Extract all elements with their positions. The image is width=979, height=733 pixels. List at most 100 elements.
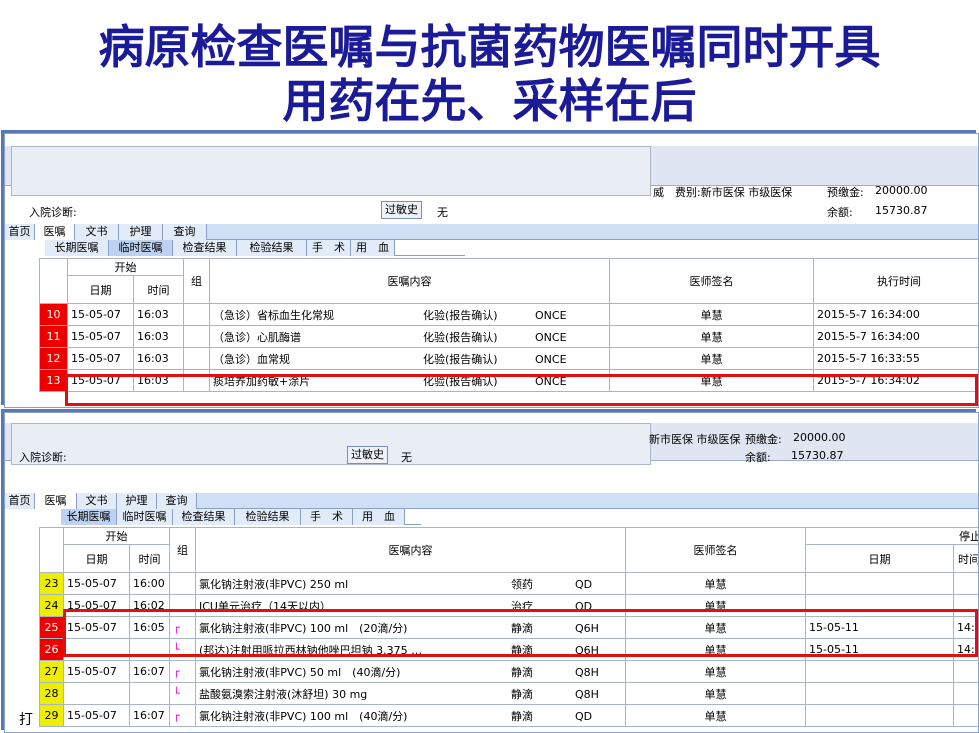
table-row[interactable]: 11 15-05-07 16:03 （急诊）心肌酶谱 化验(报告确认) ONCE 单慧 201… <box>39 325 978 348</box>
cell-time: 16:03 <box>133 303 184 326</box>
header-group: 组 <box>183 258 210 304</box>
table-row[interactable]: 10 15-05-07 16:03 （急诊）省标血生化常规 化验(报告确认) ONCE 单慧… <box>39 303 978 326</box>
table-row[interactable]: 12 15-05-07 16:03 （急诊）血常规 化验(报告确认) ONCE 单慧 2015… <box>39 347 978 370</box>
cell-date: 15-05-07 <box>67 325 134 348</box>
balance-value: 15730.87 <box>875 204 928 217</box>
tab-documents[interactable]: 文书 <box>77 493 117 509</box>
cell-stop-date <box>805 682 954 705</box>
header-doctor: 医师签名 <box>609 258 814 304</box>
prepay-value: 20000.00 <box>793 431 846 444</box>
tab-orders[interactable]: 医嘱 <box>35 224 75 240</box>
row-number: 27 <box>39 660 64 683</box>
group-bracket-icon: ┌ <box>169 660 196 683</box>
header-date: 日期 <box>63 544 130 573</box>
insurance-type-text: 威 费别:新市医保 市级医保 <box>653 186 793 199</box>
tab-orders[interactable]: 医嘱 <box>35 493 77 509</box>
cell-date: 15-05-07 <box>63 660 130 683</box>
cell-exec-time: 2015-5-7 16:34:00 <box>813 303 978 326</box>
admission-diagnosis-label: 入院诊断: <box>19 451 67 464</box>
side-text: 打 <box>19 712 33 728</box>
cell-stop-date <box>805 704 954 727</box>
tab-lab-results[interactable]: 检验结果 <box>235 509 301 525</box>
row-number: 13 <box>39 369 68 392</box>
cell-exec-time: 2015-5-7 16:34:00 <box>813 325 978 348</box>
tab-query[interactable]: 查询 <box>163 224 207 240</box>
cell-date: 15-05-07 <box>67 347 134 370</box>
tab-nursing[interactable]: 护理 <box>119 224 163 240</box>
header-time: 时间 <box>133 275 184 304</box>
tab-surgery[interactable]: 手 术 <box>301 509 353 525</box>
table-row[interactable]: 27 15-05-07 16:07 ┌ 氯化钠注射液(非PVC) 50 ml (40滴/… <box>39 660 978 683</box>
tab-nursing[interactable]: 护理 <box>117 493 157 509</box>
slide-title-line1: 病原检查医嘱与抗菌药物医嘱同时开具 <box>98 20 881 74</box>
balance-value: 15730.87 <box>791 449 844 462</box>
cell-content: （急诊）省标血生化常规 化验(报告确认) ONCE <box>209 303 610 326</box>
prepay-label: 预缴金: <box>827 186 864 199</box>
cell-time: 16:07 <box>129 660 170 683</box>
tab-blood[interactable]: 用 血 <box>353 509 405 525</box>
main-tab-bar: 首页 医嘱 文书 护理 查询 <box>5 224 978 240</box>
cell-exec-time: 2015-5-7 16:33:55 <box>813 347 978 370</box>
tab-surgery[interactable]: 手 术 <box>307 240 351 256</box>
row-number: 12 <box>39 347 68 370</box>
info-popup <box>11 146 651 196</box>
orders-table: 开始组医嘱内容 医师签名 执行时间 日期 时间 10 15-05-07 16:03 （急诊）… <box>39 258 978 392</box>
allergy-history-button[interactable]: 过敏史 <box>347 446 388 464</box>
header-content: 医嘱内容 <box>209 258 610 304</box>
table-row[interactable]: 23 15-05-07 16:00 氯化钠注射液(非PVC) 250 ml 领药 QD 单慧 <box>39 572 978 595</box>
tab-blood[interactable]: 用 血 <box>351 240 395 256</box>
cell-time: 16:00 <box>129 572 170 595</box>
header-group: 组 <box>169 527 196 573</box>
tab-lab-results[interactable]: 检验结果 <box>237 240 307 256</box>
cell-stop-time <box>953 572 978 595</box>
admission-diagnosis-label: 入院诊断: <box>29 206 77 219</box>
header-stop: 停止 <box>805 527 978 545</box>
cell-doctor: 单慧 <box>609 303 814 326</box>
allergy-history-button[interactable]: 过敏史 <box>381 201 422 219</box>
row-number: 29 <box>39 704 64 727</box>
cell-stop-date <box>805 572 954 595</box>
header-content: 医嘱内容 <box>195 527 626 573</box>
cell-content: 盐酸氨溴索注射液(沐舒坦) 30 mg 静滴 Q8H <box>195 682 626 705</box>
tab-long-term-orders[interactable]: 长期医嘱 <box>45 240 109 256</box>
header-stop-time: 时间 <box>953 544 978 573</box>
table-row[interactable]: 28 └ 盐酸氨溴索注射液(沐舒坦) 30 mg 静滴 Q8H 单慧 <box>39 682 978 705</box>
cell-doctor: 单慧 <box>625 572 806 595</box>
tab-home[interactable]: 首页 <box>5 493 35 509</box>
table-row[interactable]: 29 15-05-07 16:07 ┌ 氯化钠注射液(非PVC) 100 ml (40滴… <box>39 704 978 727</box>
tab-exam-results[interactable]: 检查结果 <box>173 509 235 525</box>
tab-long-term-orders[interactable]: 长期医嘱 <box>61 509 117 525</box>
order-screenshot-temporary: 威 费别:新市医保 市级医保 预缴金: 20000.00 余额: 15730.8… <box>4 133 979 408</box>
allergy-value: 无 <box>401 451 412 464</box>
tab-home[interactable]: 首页 <box>5 224 35 240</box>
tab-exam-results[interactable]: 检查结果 <box>173 240 237 256</box>
cell-time: 16:03 <box>133 347 184 370</box>
sub-tab-bar: 长期医嘱 临时医嘱 检查结果 检验结果 手 术 用 血 <box>45 240 465 256</box>
header-time: 时间 <box>129 544 170 573</box>
group-bracket-icon: └ <box>169 682 196 705</box>
tab-query[interactable]: 查询 <box>157 493 197 509</box>
main-tab-bar: 首页 医嘱 文书 护理 查询 <box>5 493 978 509</box>
cell-time <box>129 682 170 705</box>
highlight-box <box>63 609 978 657</box>
info-popup <box>11 423 651 465</box>
tab-temporary-orders[interactable]: 临时医嘱 <box>109 240 173 256</box>
row-number: 26 <box>39 638 64 661</box>
cell-time: 16:03 <box>133 325 184 348</box>
prepay-value: 20000.00 <box>875 184 928 197</box>
allergy-value: 无 <box>437 206 448 219</box>
header-stop-date: 日期 <box>805 544 954 573</box>
header-exec-time: 执行时间 <box>813 258 978 304</box>
tab-documents[interactable]: 文书 <box>75 224 119 240</box>
tab-temporary-orders[interactable]: 临时医嘱 <box>117 509 173 525</box>
row-number: 23 <box>39 572 64 595</box>
balance-label: 余额: <box>827 206 853 219</box>
highlight-box <box>65 374 978 406</box>
group-bracket-icon: ┌ <box>169 704 196 727</box>
cell-stop-time <box>953 660 978 683</box>
header-start: 开始 <box>63 527 170 545</box>
header-date: 日期 <box>67 275 134 304</box>
cell-doctor: 单慧 <box>625 682 806 705</box>
cell-stop-time <box>953 704 978 727</box>
row-number: 11 <box>39 325 68 348</box>
